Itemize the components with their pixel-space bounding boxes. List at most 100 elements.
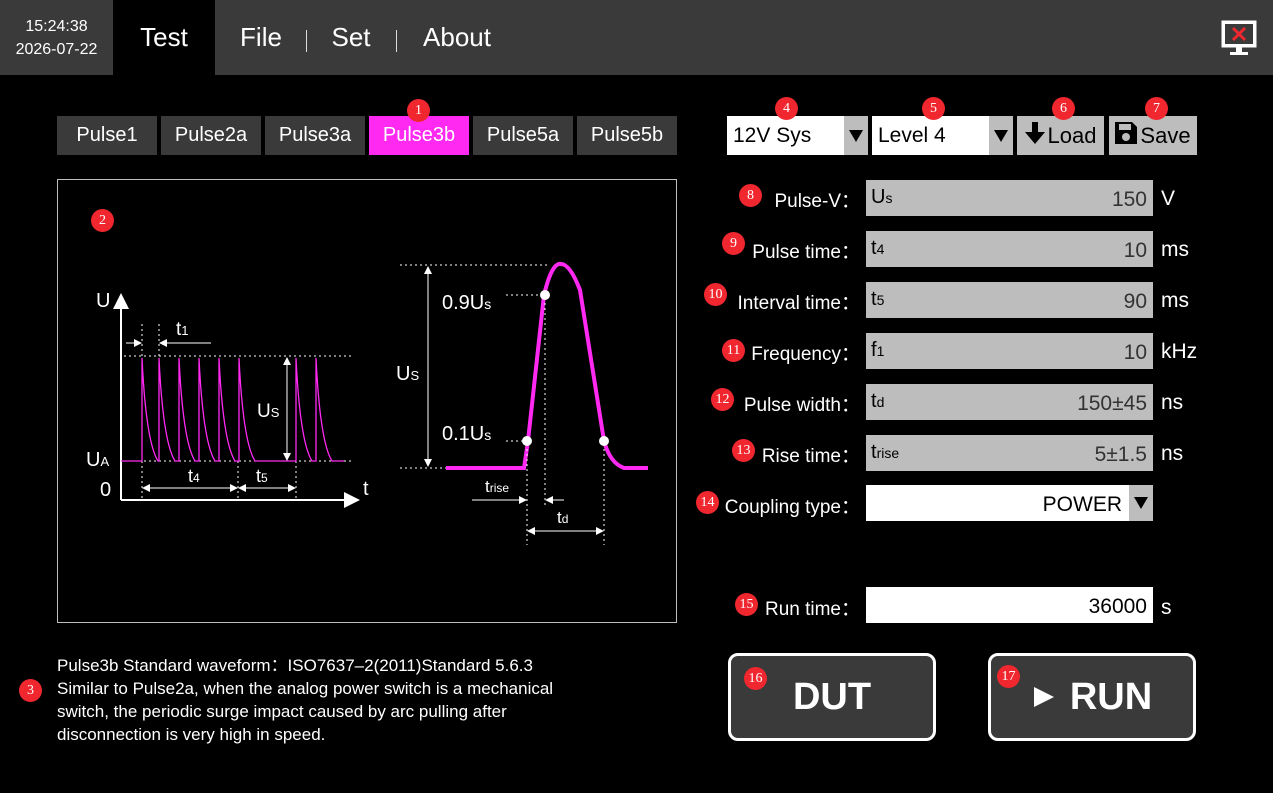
param-field-interval-time[interactable]: t5 90 [866,282,1153,318]
waveform-description: Pulse3b Standard waveform：ISO7637–2(2011… [57,654,677,746]
left-t1-label: t1 [176,319,189,340]
left-t4-label: t4 [188,466,200,486]
clock: 15:24:38 2026-07-22 [0,0,113,75]
menu-tab-test[interactable]: Test [113,0,215,75]
param-field-pulse-v[interactable]: Us 150 [866,180,1153,216]
callout-badge: 13 [732,439,755,462]
dut-button[interactable]: DUT [728,653,936,741]
description-line: Pulse3b Standard waveform：ISO7637–2(2011… [57,656,533,675]
level-select[interactable]: Level 4 [872,116,1013,155]
callout-badge: 2 [91,209,114,232]
callout-badge: 6 [1052,97,1075,120]
param-unit: V [1161,187,1176,210]
callout-badge: 8 [739,184,762,207]
menu-tab-set[interactable]: Set [320,0,382,75]
param-symbol: t5 [871,288,885,310]
callout-badge: 3 [19,679,42,702]
pulse-tab-pulse3a[interactable]: Pulse3a [265,116,365,155]
param-symbol: trise [871,441,900,463]
param-label-pulse-v: Pulse-V： [774,191,860,212]
clock-time: 15:24:38 [25,17,88,35]
menu-tab-file[interactable]: File [228,0,294,75]
save-label: Save [1140,122,1191,148]
param-field-rise-time[interactable]: trise 5±1.5 [866,435,1153,471]
menu-tab-about[interactable]: About [410,0,504,75]
callout-badge: 17 [997,665,1020,688]
param-value: 90 [1123,290,1147,313]
system-voltage-value: 12V Sys [733,124,812,147]
level-value: Level 4 [878,124,946,147]
right-09us-label: 0.9Us [442,292,491,314]
run-time-label: Run time： [764,599,860,620]
param-symbol: f1 [871,339,885,361]
param-unit: ns [1161,442,1184,465]
load-label: Load [1047,122,1097,148]
param-field-pulse-width[interactable]: td 150±45 [866,384,1153,420]
description-line: switch, the periodic surge impact caused… [57,702,507,721]
app-window: 15:24:38 2026-07-22 Test File Set About … [0,0,1273,793]
run-time-input[interactable]: 36000 [866,587,1153,623]
callout-badge: 7 [1145,97,1168,120]
run-time-value: 36000 [1088,595,1147,618]
run-label: RUN [1069,675,1153,718]
dropdown-arrow-icon [989,116,1013,155]
param-unit: kHz [1161,340,1198,363]
callout-badge: 15 [735,593,758,616]
right-01us-label: 0.1Us [442,423,491,445]
run-time-unit: s [1161,596,1172,619]
left-u-label: U [96,290,110,312]
left-us-label: US [257,401,280,422]
param-symbol: td [871,390,885,412]
callout-badge: 1 [407,99,430,122]
menu-separator [306,30,307,52]
pulse-tab-pulse5b[interactable]: Pulse5b [577,116,677,155]
callout-badge: 9 [722,232,745,255]
description-line: disconnection is very high in speed. [57,725,326,744]
pulse-tab-pulse2a[interactable]: Pulse2a [161,116,261,155]
pulse-tab-pulse5a[interactable]: Pulse5a [473,116,573,155]
param-unit: ms [1161,289,1189,312]
callout-badge: 16 [744,667,767,690]
save-button[interactable]: Save [1109,116,1197,155]
left-t-axis-label: t [363,478,369,500]
system-voltage-select[interactable]: 12V Sys [727,116,868,155]
left-zero-label: 0 [100,479,111,501]
coupling-type-label: Coupling type： [724,497,860,518]
menu-separator [396,30,397,52]
top-menu-bar: 15:24:38 2026-07-22 Test File Set About [0,0,1273,75]
right-us-label: US [396,363,419,385]
param-symbol: Us [871,186,893,208]
right-td-label: td [557,508,568,527]
pulse-tab-pulse1[interactable]: Pulse1 [57,116,157,155]
callout-badge: 5 [922,97,945,120]
play-icon [1032,676,1056,719]
param-field-frequency[interactable]: f1 10 [866,333,1153,369]
right-trise-label: trise [485,477,509,496]
clock-date: 2026-07-22 [15,40,98,58]
description-line: Similar to Pulse2a, when the analog powe… [57,679,554,698]
callout-badge: 14 [696,491,719,514]
waveform-diagram: U UA 0 t t1 US t4 t5 US 0.9Us 0.1Us tris… [57,179,677,623]
left-t5-label: t5 [256,466,268,486]
floppy-disk-icon [1115,121,1138,150]
param-value: 10 [1123,341,1147,364]
param-label-rise-time: Rise time： [761,446,860,467]
param-value: 150 [1111,188,1147,211]
load-button[interactable]: Load [1017,116,1104,155]
run-button[interactable]: RUN [988,653,1196,741]
callout-badge: 12 [711,388,734,411]
param-unit: ns [1161,391,1184,414]
exit-screen-icon[interactable] [1220,19,1258,57]
param-field-pulse-time[interactable]: t4 10 [866,231,1153,267]
param-value: 5±1.5 [1094,443,1147,466]
callout-badge: 10 [704,283,727,306]
callout-badge: 11 [722,339,745,362]
dropdown-arrow-icon [844,116,868,155]
dropdown-arrow-icon [1129,485,1153,521]
dut-label: DUT [792,675,872,718]
coupling-type-select[interactable]: POWER [866,485,1153,521]
left-ua-label: UA [86,449,109,471]
download-arrow-icon [1024,121,1045,150]
callout-badge: 4 [775,97,798,120]
param-symbol: t4 [871,237,885,259]
